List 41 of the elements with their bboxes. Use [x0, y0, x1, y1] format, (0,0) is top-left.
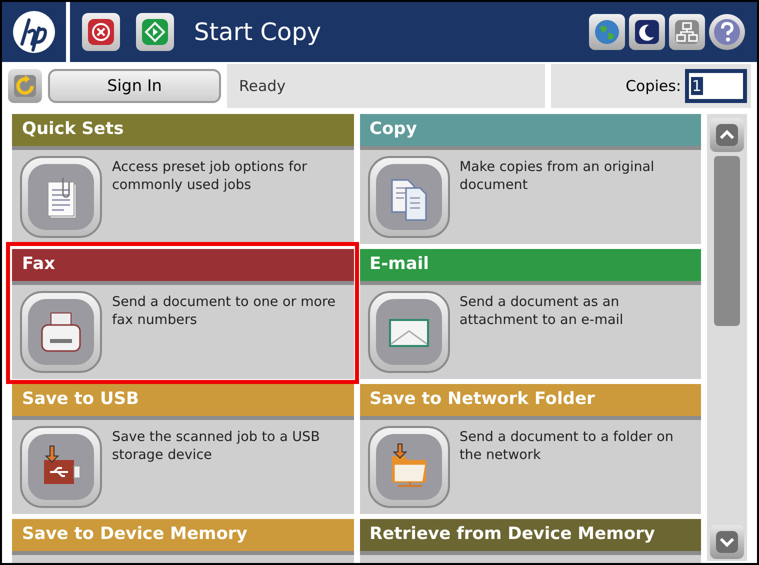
header-title: Start Copy — [194, 17, 322, 48]
help-button[interactable] — [709, 14, 745, 50]
tile-header[interactable]: Retrieve from Device Memory — [360, 519, 701, 555]
tile-description: Send a document to one or more fax numbers — [112, 293, 337, 329]
help-icon — [713, 18, 741, 46]
copies-field[interactable]: 1 — [685, 69, 747, 103]
scroll-up-button[interactable] — [710, 118, 744, 152]
tile-header[interactable]: Quick Sets — [12, 114, 354, 150]
tile-description: Save the scanned job to a USB storage device — [112, 428, 321, 464]
scroll-thumb[interactable] — [714, 156, 740, 326]
network-icon — [674, 19, 700, 45]
tile-description: Make copies from an original document — [460, 158, 656, 194]
sleep-button[interactable] — [629, 14, 665, 50]
sign-in-button[interactable]: Sign In — [48, 69, 221, 103]
copies-label: Copies: — [626, 76, 681, 97]
tile-body[interactable]: Send a document to one or more fax numbers — [12, 285, 354, 379]
tile-body[interactable]: Access preset job options for commonly used jobs — [12, 150, 354, 244]
chevron-down-icon — [715, 530, 739, 554]
tile-body[interactable]: Send a document to a folder on the network — [360, 420, 701, 514]
stop-button[interactable] — [82, 13, 120, 51]
tile-body[interactable]: Save the scanned job to a USB storage device — [12, 420, 354, 514]
logo-icon — [12, 10, 56, 54]
start-button[interactable] — [136, 13, 174, 51]
language-button[interactable] — [589, 14, 625, 50]
tile-description: Send a document to a folder on the network — [460, 428, 674, 464]
start-icon — [141, 18, 169, 46]
moon-icon — [634, 19, 660, 45]
status-text: Ready — [239, 76, 286, 97]
tile-body[interactable]: Make copies from an original document — [360, 150, 701, 244]
network-button[interactable] — [669, 14, 705, 50]
chevron-up-icon — [715, 123, 739, 147]
tile-body[interactable]: Send a document as an attachment to an e-mail — [360, 285, 701, 379]
globe-icon — [594, 19, 620, 45]
reset-button[interactable] — [8, 69, 42, 103]
reset-icon — [13, 74, 37, 98]
scroll-down-button[interactable] — [710, 525, 744, 559]
stop-icon — [87, 18, 115, 46]
tile-header[interactable]: E-mail — [360, 249, 701, 285]
tile-header[interactable]: Fax — [12, 249, 354, 285]
tile-description: Send a document as an attachment to an e-mail — [460, 293, 624, 329]
tile-description: Access preset job options for commonly used jobs — [112, 158, 308, 194]
